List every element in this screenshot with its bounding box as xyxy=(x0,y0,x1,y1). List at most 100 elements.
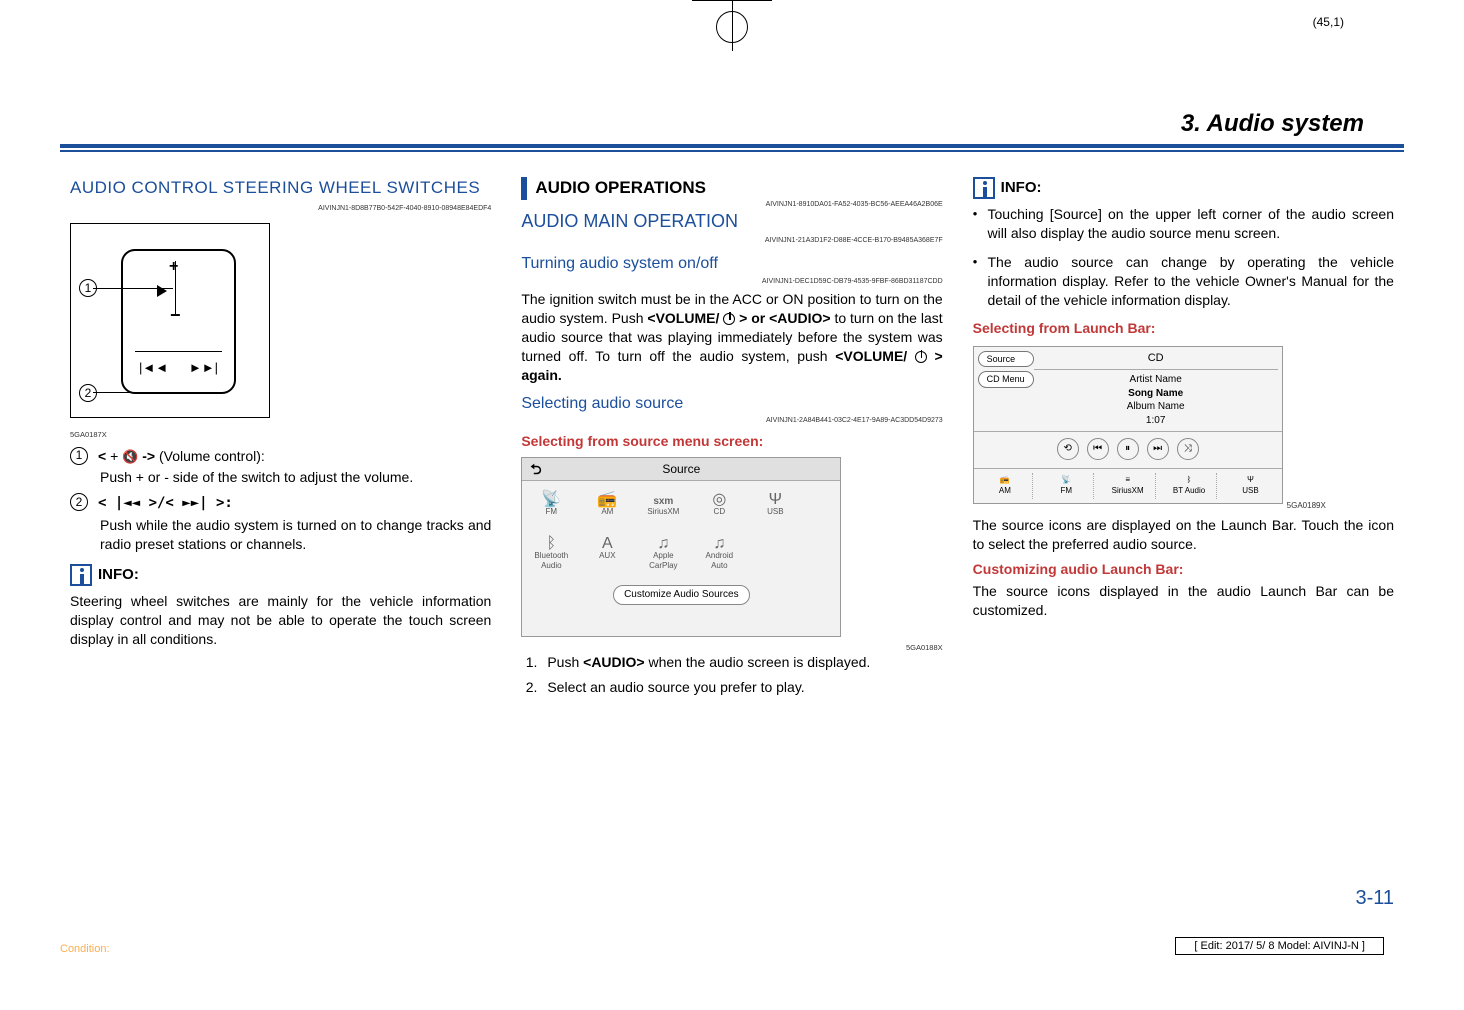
lb-fm-label: FM xyxy=(1060,486,1072,495)
list-item-2-label: < |◄◄ >/< ►►| >: xyxy=(98,493,491,513)
info-box-1: INFO: xyxy=(70,564,491,586)
source-title: Source xyxy=(662,462,700,476)
bullet-2-text: The audio source can change by operating… xyxy=(988,253,1394,310)
source-am: 📻AM xyxy=(590,489,624,518)
lb-sxm-label: SiriusXM xyxy=(1112,486,1144,495)
antenna-icon: 📡 xyxy=(1061,475,1071,484)
prev-track-icon: |◄◄ xyxy=(139,359,168,377)
turning-heading: Turning audio system on/off xyxy=(521,253,942,275)
header-rule-thin xyxy=(60,150,1404,152)
info-body-1: Steering wheel switches are mainly for t… xyxy=(70,592,491,649)
cd-screen-id: 5GA0189X xyxy=(1287,501,1326,512)
next-icon: ⏭ xyxy=(1147,438,1169,460)
bullet-2: The audio source can change by operating… xyxy=(973,253,1394,310)
main-code: AIVINJN1-21A3D1F2-D88E-4CCE-B170-B9485A3… xyxy=(521,236,942,245)
source-fm: 📡FM xyxy=(534,489,568,518)
lb-sxm: ≡SiriusXM xyxy=(1100,473,1155,499)
turn-code: AIVINJN1-DEC1D59C-DB79-4535-9FBF-86BD311… xyxy=(521,277,942,286)
info-icon xyxy=(973,177,995,199)
registration-mark-top xyxy=(692,0,772,50)
volume-bold-2: <VOLUME/ xyxy=(835,348,907,364)
cd-title: CD xyxy=(1034,351,1278,370)
item1-suffix: -> xyxy=(138,448,159,464)
lb-bt: ᛒBT Audio xyxy=(1162,473,1217,499)
circled-2: 2 xyxy=(70,493,88,511)
bullet-1: Touching [Source] on the upper left corn… xyxy=(973,205,1394,243)
aux-icon: A xyxy=(590,533,624,551)
lb-usb: Ψ USB xyxy=(1223,473,1277,499)
sel-from-menu: Selecting from source menu screen: xyxy=(521,432,942,451)
bluetooth-icon: ᛒ xyxy=(534,533,568,551)
info-bullet-list: Touching [Source] on the upper left corn… xyxy=(973,205,1394,309)
step1-b: <AUDIO> xyxy=(583,654,644,670)
launch-bar-row: 📻AM 📡 FM ≡SiriusXM ᛒBT Audio Ψ USB xyxy=(974,469,1282,503)
usb-icon: Ψ xyxy=(758,489,792,507)
coord-ref: (45,1) xyxy=(1313,15,1344,29)
shuffle-icon: ⤨ xyxy=(1177,438,1199,460)
music-note-icon: ♫ xyxy=(646,533,680,551)
prev-icon: ⏮ xyxy=(1087,438,1109,460)
antenna-icon: 📻 xyxy=(1000,475,1010,484)
sxm-label: SiriusXM xyxy=(647,507,679,516)
item2-label: < |◄◄ >/< ►►| >: xyxy=(98,495,233,511)
cd-album: Album Name xyxy=(1034,400,1278,414)
repeat-icon: ⟲ xyxy=(1057,438,1079,460)
list-item-1: 1 < + 🔇 -> (Volume control): xyxy=(70,447,491,466)
source-android: ♫Android Auto xyxy=(702,533,736,573)
source-icon-grid: 📡FM 📻AM sxmSiriusXM ◎CD ΨUSB ᛒBluetooth … xyxy=(522,481,840,580)
info-label: INFO: xyxy=(98,565,139,585)
selecting-heading: Selecting audio source xyxy=(521,393,942,415)
source-apple: ♫Apple CarPlay xyxy=(646,533,680,573)
step1-a: Push xyxy=(547,654,583,670)
item1-desc: (Volume control): xyxy=(159,448,265,464)
audio-bold: <AUDIO> xyxy=(769,310,830,326)
source-button: Source xyxy=(978,351,1034,367)
header-rule-thick xyxy=(60,144,1404,148)
info-icon xyxy=(70,564,92,586)
item1-body: Push + or - side of the switch to adjust… xyxy=(100,468,491,487)
customize-sub: Customizing audio Launch Bar: xyxy=(973,560,1394,579)
diagram-id: 5GA0187X xyxy=(70,430,491,440)
volume-bold-1: <VOLUME/ xyxy=(647,310,719,326)
footer-condition: Condition: xyxy=(60,943,110,955)
step-2: Select an audio source you prefer to pla… xyxy=(541,678,942,697)
switch-outline: + − |◄◄ ►►| xyxy=(121,249,236,394)
cd-menu-button: CD Menu xyxy=(978,371,1034,387)
lb-usb-label: USB xyxy=(1242,486,1258,495)
item1-mid: + xyxy=(106,448,122,464)
steering-heading: AUDIO CONTROL STEERING WHEEL SWITCHES xyxy=(70,177,491,200)
list-item-2: 2 < |◄◄ >/< ►►| >: xyxy=(70,493,491,513)
source-bt: ᛒBluetooth Audio xyxy=(534,533,568,573)
sel-code: AIVINJN1-2A84B441-03C2-4E17-9A89-AC3DD54… xyxy=(521,416,942,425)
plus-icon: + xyxy=(169,256,178,278)
column-2: AUDIO OPERATIONS AIVINJN1-8910DA01-FA52-… xyxy=(521,177,942,702)
turn-body: The ignition switch must be in the ACC o… xyxy=(521,290,942,384)
source-aux: AAUX xyxy=(590,533,624,573)
cd-side-buttons: Source CD Menu xyxy=(978,351,1034,427)
info-box-2: INFO: xyxy=(973,177,1394,199)
source-screenshot: ⮌ Source 📡FM 📻AM sxmSiriusXM ◎CD ΨUSB ᛒB… xyxy=(521,457,841,637)
usb-icon: Ψ xyxy=(1247,475,1254,484)
cd-label: CD xyxy=(714,507,726,516)
cd-time: 1:07 xyxy=(1034,414,1278,428)
customize-body: The source icons displayed in the audio … xyxy=(973,582,1394,620)
circled-1: 1 xyxy=(70,447,88,465)
play-triangle-icon xyxy=(157,285,167,297)
source-toolbar: ⮌ Source xyxy=(522,458,840,481)
bullet-1-text: Touching [Source] on the upper left corn… xyxy=(988,205,1394,243)
antenna-icon: 📡 xyxy=(534,489,568,507)
source-cd: ◎CD xyxy=(702,489,736,518)
bt-label: Bluetooth Audio xyxy=(534,551,568,571)
three-columns: AUDIO CONTROL STEERING WHEEL SWITCHES AI… xyxy=(60,177,1404,702)
page-header: 3. Audio system xyxy=(60,110,1404,138)
step1-c: when the audio screen is displayed. xyxy=(645,654,871,670)
or-text: > or xyxy=(735,310,769,326)
source-screen-id: 5GA0188X xyxy=(521,643,942,653)
aux-label: AUX xyxy=(599,551,615,560)
fm-label: FM xyxy=(546,507,558,516)
lb-am: 📻AM xyxy=(978,473,1033,499)
launch-bar-sub: Selecting from Launch Bar: xyxy=(973,319,1394,338)
list-item-1-body: < + 🔇 -> (Volume control): xyxy=(98,447,491,466)
apple-label: Apple CarPlay xyxy=(649,551,677,571)
item1-prefix: < xyxy=(98,448,106,464)
